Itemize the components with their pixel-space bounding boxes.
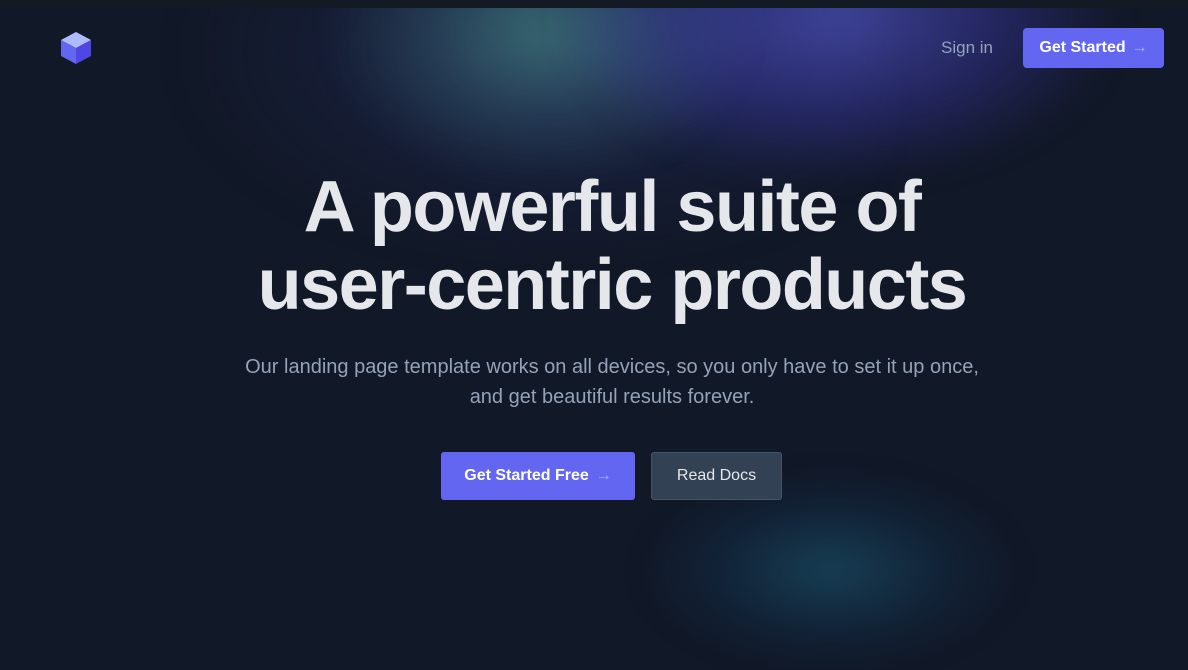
read-docs-label: Read Docs <box>676 467 757 484</box>
cube-logo-icon[interactable] <box>59 31 93 65</box>
hero-title-line-2: user-centric products <box>257 245 968 325</box>
hero-subtitle-line-2: and get beautiful results forever. <box>469 386 755 408</box>
get-started-button-label: Get Started <box>1039 39 1126 56</box>
top-edge-strip <box>0 0 1188 8</box>
get-started-button[interactable]: Get Started → <box>1023 28 1164 68</box>
get-started-free-label: Get Started Free <box>464 467 589 484</box>
hero-title-line-1: A powerful suite of <box>303 167 922 247</box>
get-started-free-button[interactable]: Get Started Free → <box>441 452 635 500</box>
arrow-right-icon: → <box>595 467 612 484</box>
hero-subtitle: Our landing page template works on all d… <box>184 352 1040 412</box>
background-glow-bottom <box>640 470 1020 670</box>
site-header: Sign in Get Started → <box>0 0 1188 96</box>
hero-title: A powerful suite of user-centric product… <box>94 168 1130 324</box>
sign-in-link[interactable]: Sign in <box>925 34 1009 62</box>
arrow-right-icon: → <box>1131 39 1148 56</box>
read-docs-button[interactable]: Read Docs <box>651 452 782 500</box>
cube-logo-svg <box>61 32 91 64</box>
hero-subtitle-line-1: Our landing page template works on all d… <box>245 356 979 378</box>
